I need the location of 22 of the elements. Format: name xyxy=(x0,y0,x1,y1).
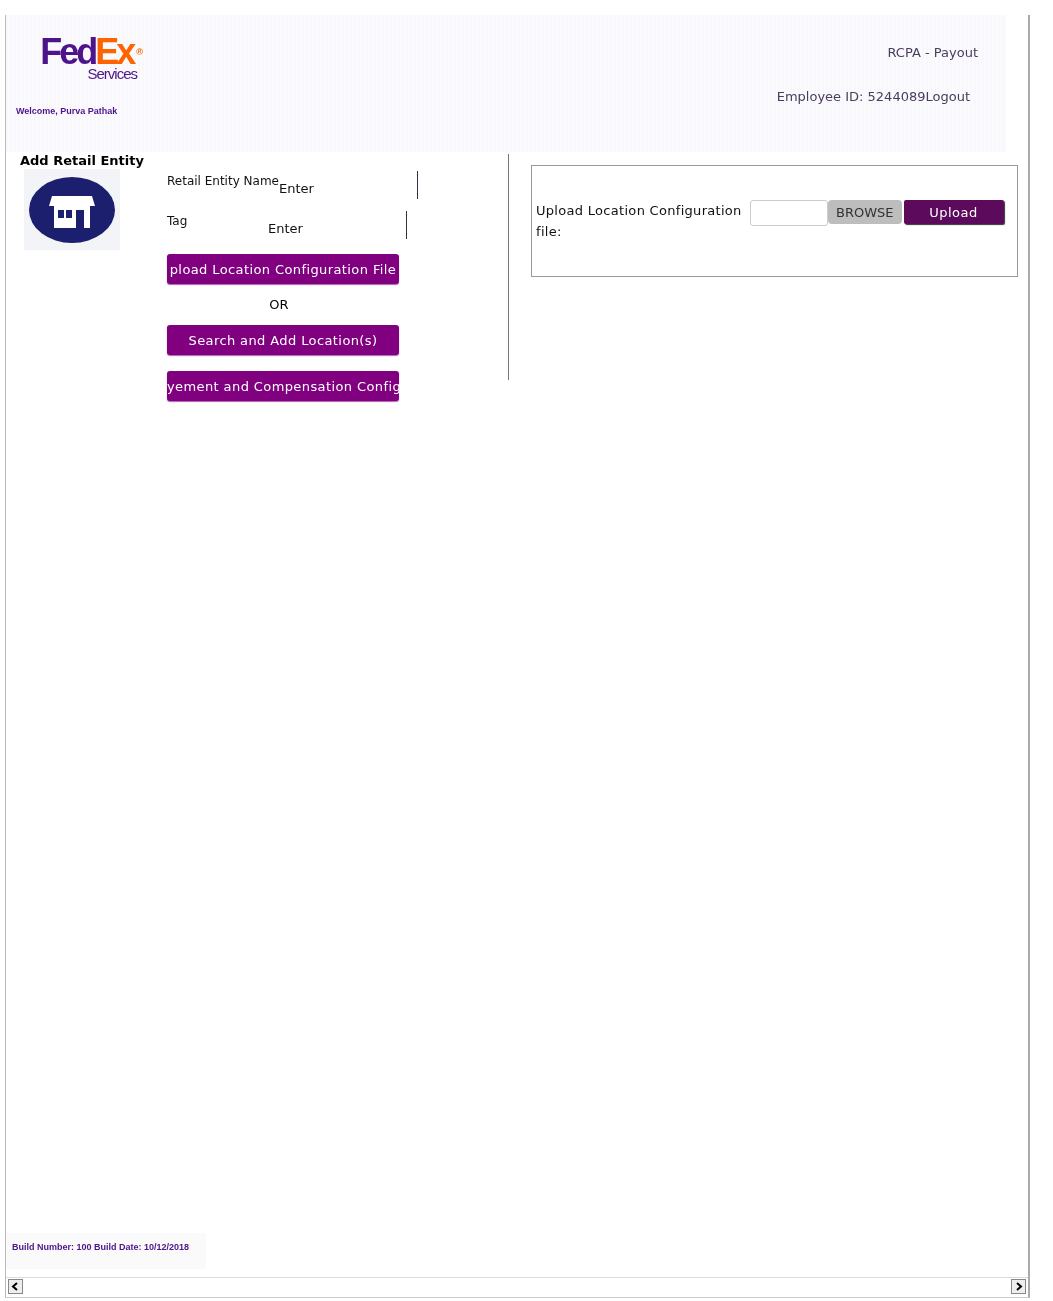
fedex-logo: FedEx® Services xyxy=(39,33,143,82)
section-title: Add Retail Entity xyxy=(20,154,145,168)
action-button[interactable]: yement and Compensation Config xyxy=(167,371,399,401)
action-button[interactable]: Search and Add Location(s) xyxy=(167,325,399,355)
scroll-left-icon[interactable] xyxy=(8,1279,23,1294)
action-button[interactable]: pload Location Configuration File xyxy=(167,254,399,284)
upload-button[interactable]: Upload xyxy=(903,200,1004,224)
store-icon xyxy=(28,175,116,244)
scroll-right-icon[interactable] xyxy=(1011,1279,1026,1294)
upload-label: Upload Location Configuration file: xyxy=(536,202,743,241)
employee-id: Employee ID: 5244089 xyxy=(776,89,926,104)
browse-button[interactable]: BROWSE xyxy=(828,200,902,224)
or-text: OR xyxy=(268,297,290,312)
build-info: Build Number: 100 Build Date: 10/12/2018 xyxy=(11,1241,191,1252)
text-field[interactable]: Enter xyxy=(268,211,407,239)
file-field[interactable] xyxy=(750,200,828,226)
field-label: Retail Entity Name xyxy=(167,173,279,190)
field-label: Tag xyxy=(167,213,189,230)
app-title: RCPA - Payout xyxy=(887,45,978,60)
welcome-text: Welcome, Purva Pathak xyxy=(16,106,119,116)
logout-link[interactable]: Logout xyxy=(925,89,970,104)
text-field[interactable]: Enter xyxy=(279,171,418,199)
